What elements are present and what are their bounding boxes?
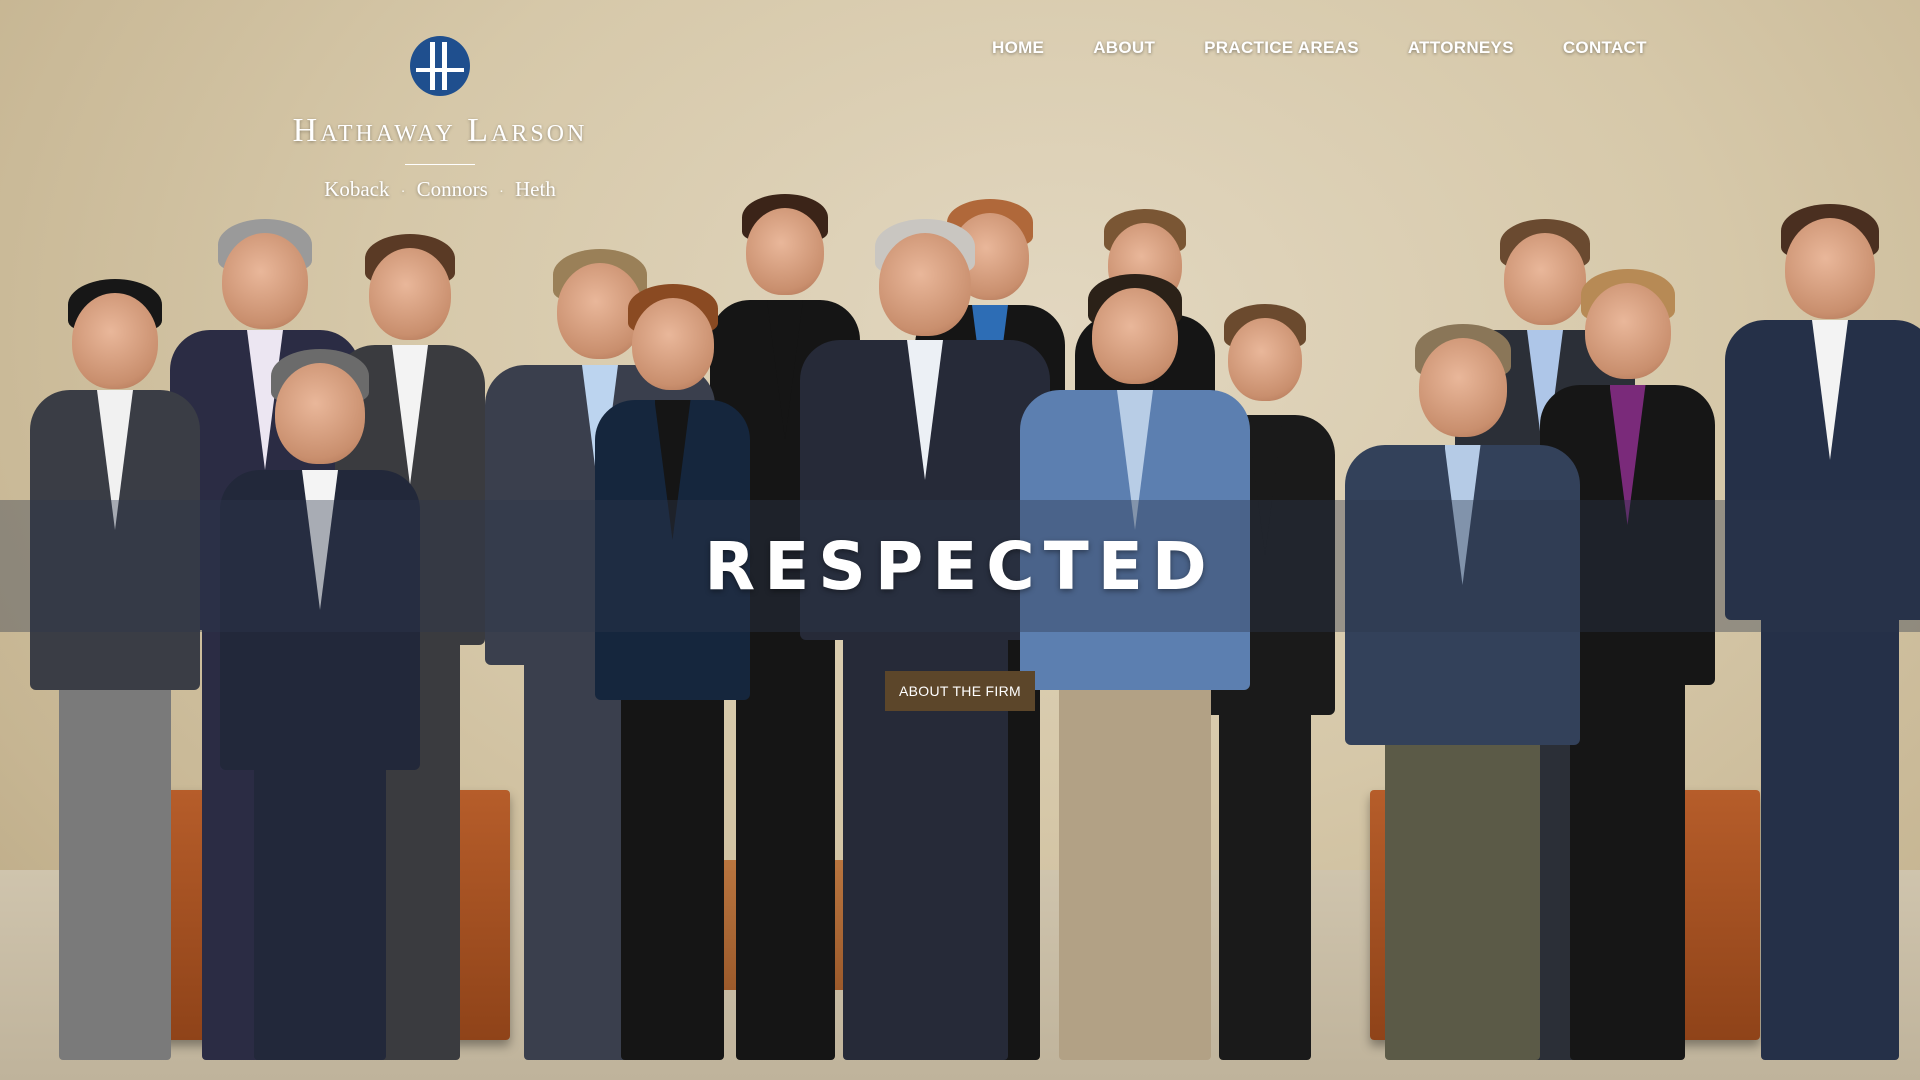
logo-firm-name: Hathaway Larson [292, 112, 588, 149]
figure-legs [1760, 580, 1900, 1060]
hero-headline: RESPECTED [704, 528, 1216, 605]
figure-head [369, 248, 451, 340]
logo-partners: Koback · Connors · Heth [290, 177, 590, 202]
figure-legs [1569, 645, 1686, 1060]
partner-name: Heth [515, 177, 556, 201]
figure-head [631, 298, 714, 390]
about-the-firm-button[interactable]: ABOUT THE FIRM [885, 671, 1035, 711]
site-header: Hathaway Larson Koback · Connors · Heth … [0, 0, 1920, 220]
partner-separator: · [400, 185, 406, 200]
partner-name: Connors [416, 177, 488, 201]
nav-home[interactable]: HOME [992, 38, 1044, 58]
figure-legs [1384, 705, 1541, 1060]
figure-head [746, 208, 824, 296]
figure-head [72, 293, 158, 390]
figure-head [1584, 283, 1671, 380]
main-nav: HOME ABOUT PRACTICE AREAS ATTORNEYS CONT… [992, 38, 1647, 58]
partner-name: Koback [324, 177, 390, 201]
figure-legs [254, 730, 386, 1060]
logo[interactable]: Hathaway Larson Koback · Connors · Heth [290, 36, 590, 202]
figure-head [275, 363, 365, 464]
figure-legs [58, 650, 172, 1060]
figure-legs [1218, 675, 1312, 1060]
nav-attorneys[interactable]: ATTORNEYS [1408, 38, 1514, 58]
partner-separator: · [499, 185, 504, 200]
figure-head [1418, 338, 1507, 437]
figure-legs [842, 600, 1008, 1060]
nav-about[interactable]: ABOUT [1093, 38, 1155, 58]
figure-legs [621, 660, 724, 1060]
figure-legs [1059, 650, 1211, 1060]
hero-banner: Hathaway Larson Koback · Connors · Heth … [0, 0, 1920, 1080]
figure-head [222, 233, 308, 330]
figure-head [1228, 318, 1302, 401]
figure-head [879, 233, 971, 337]
figure-head [1092, 288, 1178, 385]
figure-head [1785, 218, 1875, 319]
nav-contact[interactable]: CONTACT [1563, 38, 1647, 58]
figure-head [1504, 233, 1586, 325]
logo-divider [405, 164, 475, 165]
nav-practice-areas[interactable]: PRACTICE AREAS [1204, 38, 1359, 58]
logo-mark-icon [410, 36, 470, 96]
